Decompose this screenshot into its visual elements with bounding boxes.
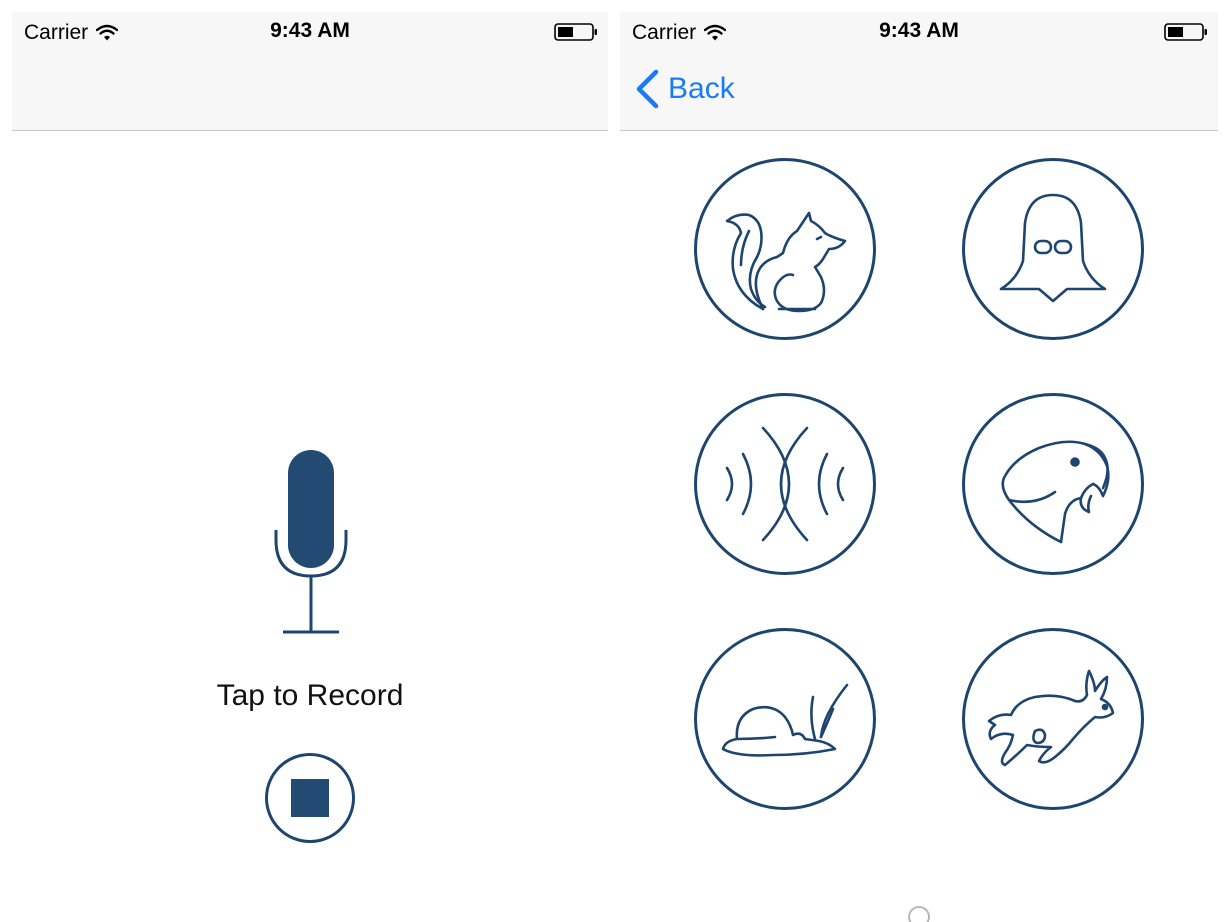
clock: 9:43 AM: [270, 19, 350, 42]
stop-button[interactable]: [265, 753, 355, 843]
echo-effect-button[interactable]: [694, 393, 876, 575]
snail-effect-button[interactable]: [694, 628, 876, 810]
clock: 9:43 AM: [879, 19, 959, 42]
status-bar: Carrier 9:43 AM: [12, 12, 608, 52]
darth-vader-icon: [999, 193, 1107, 303]
battery-icon: [1164, 23, 1207, 41]
back-button[interactable]: Back: [634, 69, 735, 109]
status-bar: Carrier 9:43 AM: [620, 12, 1218, 52]
stop-icon: [291, 779, 329, 817]
rabbit-effect-button[interactable]: [962, 628, 1144, 810]
darth-vader-effect-button[interactable]: [962, 158, 1144, 340]
rabbit-icon: [987, 669, 1115, 767]
snail-icon: [721, 683, 849, 757]
chevron-left-icon: [636, 69, 659, 109]
record-screen: Carrier 9:43 AM Tap to Record: [12, 12, 608, 922]
effects-screen: Carrier 9:43 AM Back: [620, 12, 1218, 922]
microphone-icon: [274, 450, 348, 634]
battery-icon: [554, 23, 597, 41]
echo-icon: [725, 426, 845, 542]
chipmunk-effect-button[interactable]: [694, 158, 876, 340]
home-indicator: [908, 906, 930, 922]
navigation-bar: Carrier 9:43 AM: [12, 12, 608, 131]
navigation-bar: Carrier 9:43 AM Back: [620, 12, 1218, 131]
parrot-icon: [1001, 440, 1110, 544]
record-label: Tap to Record: [216, 679, 404, 712]
parrot-effect-button[interactable]: [962, 393, 1144, 575]
back-label: Back: [668, 72, 735, 105]
chipmunk-icon: [725, 211, 847, 313]
